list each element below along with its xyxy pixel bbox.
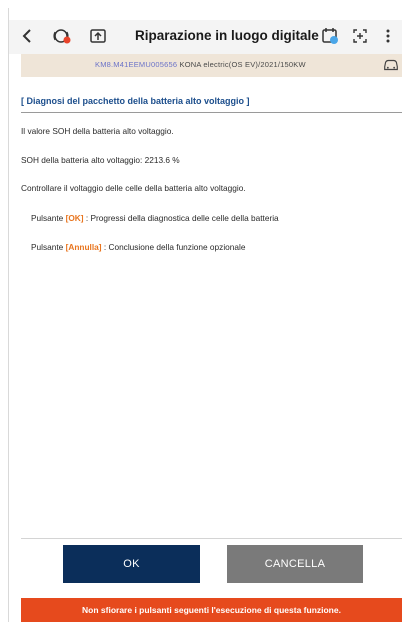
soh-value: SOH della batteria alto voltaggio: 2213.… bbox=[21, 155, 180, 165]
warning-light-icon bbox=[53, 29, 71, 44]
cancel-row-text: : Conclusione della funzione opzionale bbox=[101, 242, 246, 252]
vehicle-info-bar: KM8.M41EEMU005656 KONA electric(OS EV)/2… bbox=[21, 54, 402, 77]
cell-voltage-instruction: Controllare il voltaggio delle celle del… bbox=[21, 183, 246, 193]
warning-light-button[interactable] bbox=[49, 23, 75, 49]
app-window: Riparazione in luogo digitale KM8.M41EEM… bbox=[8, 8, 402, 622]
calendar-button[interactable] bbox=[317, 23, 343, 49]
app-header: Riparazione in luogo digitale bbox=[9, 20, 402, 54]
ok-button[interactable]: OK bbox=[63, 545, 200, 583]
cancel-row-prefix: Pulsante bbox=[31, 242, 66, 252]
ok-row-text: : Progressi della diagnostica delle cell… bbox=[83, 213, 279, 223]
cancel-instruction-row: Pulsante [Annulla] : Conclusione della f… bbox=[31, 242, 245, 252]
vehicle-model: KONA electric(OS EV)/2021/150KW bbox=[179, 60, 306, 69]
footer-divider bbox=[21, 538, 402, 539]
vehicle-info: KM8.M41EEMU005656 KONA electric(OS EV)/2… bbox=[95, 60, 306, 69]
more-icon bbox=[386, 29, 390, 43]
upload-button[interactable] bbox=[85, 23, 111, 49]
cancel-row-button-label: [Annulla] bbox=[65, 242, 102, 252]
soh-description: Il valore SOH della batteria alto voltag… bbox=[21, 126, 174, 136]
section-divider bbox=[21, 112, 402, 113]
back-icon bbox=[22, 29, 31, 43]
upload-icon bbox=[90, 29, 106, 43]
cancel-button[interactable]: CANCELLA bbox=[227, 545, 363, 583]
capture-icon bbox=[353, 29, 367, 43]
warning-banner: Non sfiorare i pulsanti seguenti l'esecu… bbox=[21, 598, 402, 622]
more-button[interactable] bbox=[377, 23, 399, 49]
ok-row-prefix: Pulsante bbox=[31, 213, 66, 223]
calendar-icon bbox=[322, 28, 338, 44]
back-button[interactable] bbox=[15, 23, 41, 49]
page-title: Riparazione in luogo digitale bbox=[135, 28, 319, 43]
car-icon[interactable] bbox=[382, 56, 400, 74]
ok-instruction-row: Pulsante [OK] : Progressi della diagnost… bbox=[31, 213, 279, 223]
vin-number: KM8.M41EEMU005656 bbox=[95, 60, 178, 69]
capture-button[interactable] bbox=[347, 23, 373, 49]
section-title: [ Diagnosi del pacchetto della batteria … bbox=[21, 96, 250, 106]
ok-row-button-label: [OK] bbox=[65, 213, 84, 223]
